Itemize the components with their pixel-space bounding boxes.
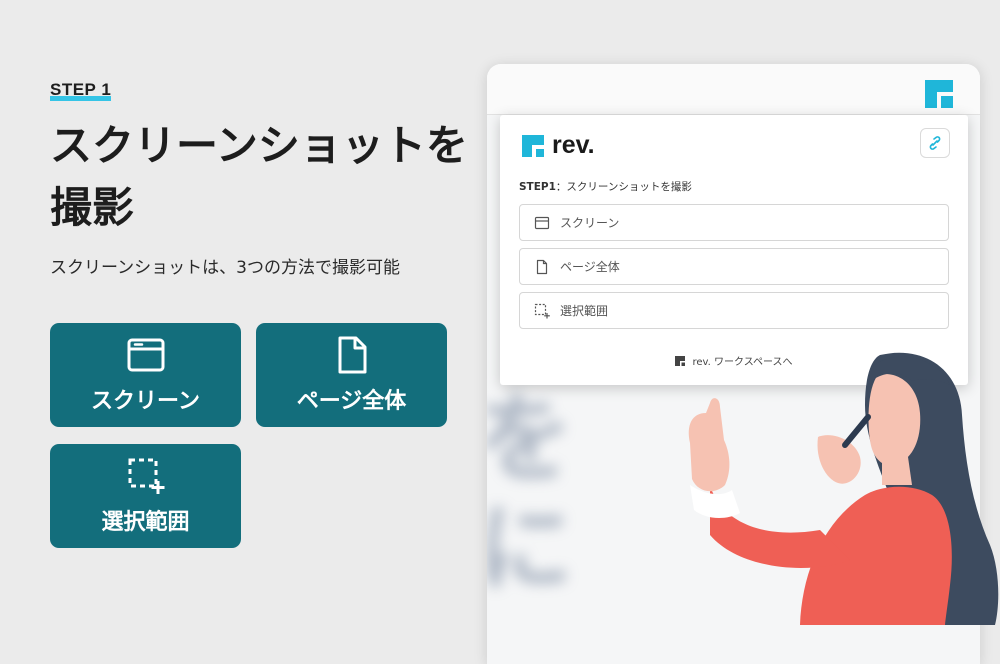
link-button[interactable] xyxy=(920,128,950,158)
woman-pointing-illustration xyxy=(688,352,999,625)
option-selection-label: 選択範囲 xyxy=(560,304,609,318)
page-subtitle: スクリーンショットは、3つの方法で撮影可能 xyxy=(50,258,400,278)
rev-logo: rev. xyxy=(522,131,595,160)
selection-capture-label: 選択範囲 xyxy=(101,510,190,535)
option-screen-label: スクリーン xyxy=(560,216,620,230)
rev-extension-icon[interactable] xyxy=(924,79,954,109)
link-icon xyxy=(929,136,941,150)
selection-area-icon xyxy=(128,458,164,494)
browser-toolbar xyxy=(487,64,980,115)
option-selection-button[interactable]: 選択範囲 xyxy=(519,292,949,329)
option-full-page-button[interactable]: ページ全体 xyxy=(519,248,949,285)
selection-area-icon xyxy=(534,303,550,318)
rev-logo-text: rev. xyxy=(552,131,595,159)
full-page-capture-card[interactable]: ページ全体 xyxy=(256,323,447,427)
full-page-capture-label: ページ全体 xyxy=(296,389,407,414)
screen-capture-card[interactable]: スクリーン xyxy=(50,323,241,427)
option-full-page-label: ページ全体 xyxy=(560,260,620,274)
document-icon xyxy=(338,336,366,374)
rev-logo-mark-icon xyxy=(522,134,544,157)
page-title: スクリーンショットを撮影 xyxy=(50,121,468,232)
option-screen-button[interactable]: スクリーン xyxy=(519,204,949,241)
screen-capture-label: スクリーン xyxy=(91,389,200,414)
browser-window-icon xyxy=(127,338,164,372)
document-icon xyxy=(536,259,548,274)
popup-step-heading: STEP1：スクリーンショットを撮影 xyxy=(519,181,692,193)
blurred-background-text: をに xyxy=(487,383,573,605)
step-label: STEP 1 xyxy=(50,80,112,101)
browser-window-icon xyxy=(534,216,550,229)
selection-capture-card[interactable]: 選択範囲 xyxy=(50,444,241,548)
